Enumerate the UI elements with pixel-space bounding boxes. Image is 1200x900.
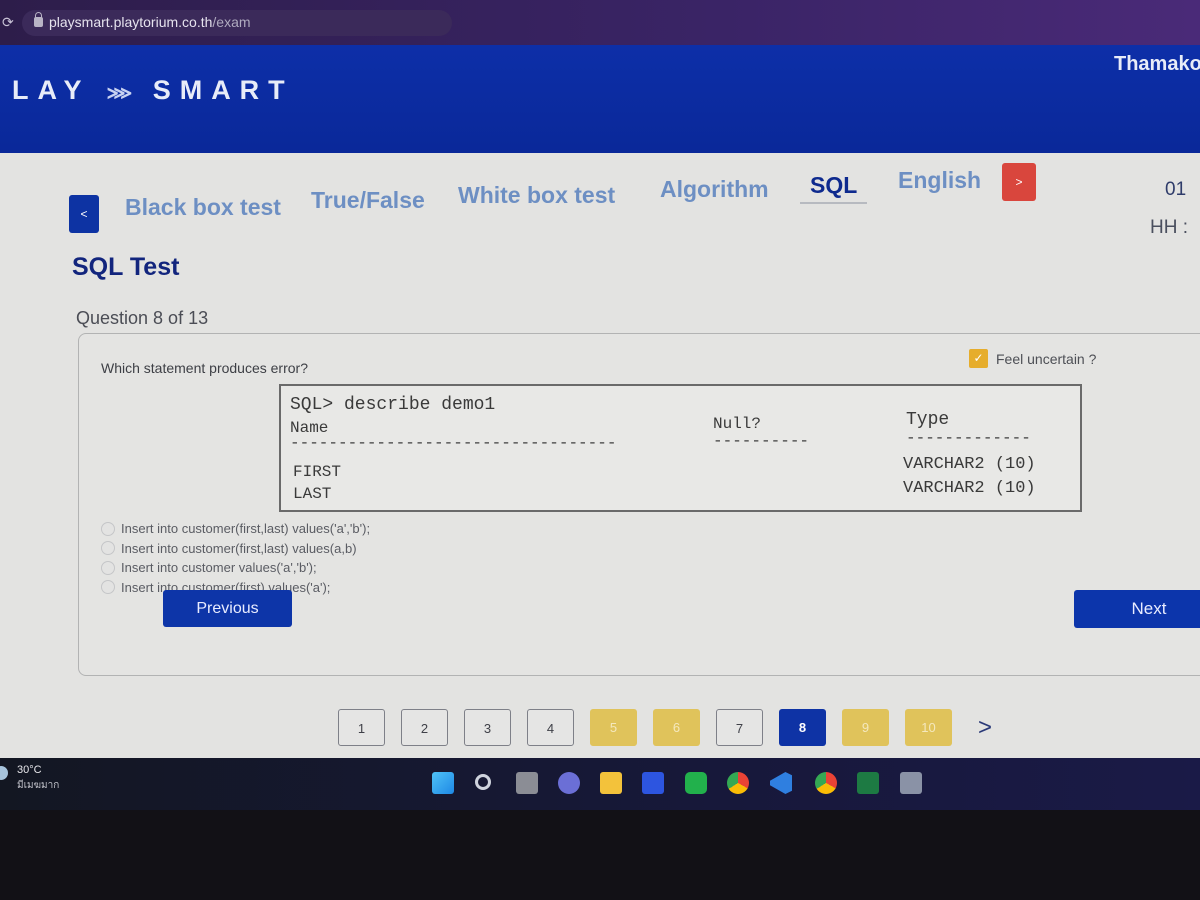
row-type-first: VARCHAR2 (10) (903, 455, 1036, 474)
radio-button[interactable] (101, 580, 115, 595)
lock-icon (34, 12, 43, 27)
page-button[interactable]: 4 (527, 709, 574, 746)
answer-option-text: Insert into customer(first,last) values(… (121, 521, 371, 537)
answer-option-text: Insert into customer values('a','b'); (121, 560, 317, 576)
answer-option[interactable]: Insert into customer(first,last) values(… (101, 519, 370, 539)
previous-button[interactable]: Previous (163, 590, 292, 627)
tab-english[interactable]: English (898, 167, 981, 194)
page-button[interactable]: 1 (338, 709, 385, 746)
feel-uncertain-label: Feel uncertain ? (996, 350, 1097, 367)
next-button[interactable]: Next (1074, 590, 1200, 628)
radio-button[interactable] (101, 560, 115, 575)
page-button[interactable]: 6 (653, 709, 700, 746)
page-button[interactable]: 3 (464, 709, 511, 746)
dash-separator-type: ------------- (906, 429, 1031, 447)
teams-chat-icon[interactable] (558, 772, 580, 794)
question-text: Which statement produces error? (101, 360, 308, 376)
chevron-left-icon: < (80, 207, 88, 221)
page-button[interactable]: 7 (716, 709, 763, 746)
url-path: /exam (212, 14, 251, 30)
sql-describe-output: SQL> describe demo1 Name Null? Type ----… (279, 384, 1082, 512)
category-prev-button[interactable]: < (69, 195, 99, 233)
column-header-null: Null? (713, 415, 762, 433)
answer-option[interactable]: Insert into customer(first,last) values(… (101, 539, 370, 559)
tab-sql[interactable]: SQL (800, 172, 868, 204)
app-icon[interactable] (642, 772, 664, 794)
page-button[interactable]: 10 (905, 709, 952, 746)
app-header: LAY ⋙ SMART Thamako (0, 45, 1200, 153)
exam-page: < Black box test True/False White box te… (0, 153, 1200, 758)
user-name[interactable]: Thamako (1114, 53, 1200, 76)
windows-start-icon[interactable] (432, 772, 454, 794)
question-counter: Question 8 of 13 (76, 308, 209, 328)
radio-button[interactable] (101, 541, 115, 556)
pager-next-icon[interactable]: > (978, 714, 992, 742)
answer-option[interactable]: Insert into customer values('a','b'); (101, 558, 370, 578)
answer-options: Insert into customer(first,last) values(… (101, 519, 370, 597)
question-pager: 1 2 3 4 5 6 7 8 9 10 > (338, 709, 992, 746)
logo[interactable]: LAY ⋙ SMART (12, 75, 294, 106)
timer-label: HH : (1150, 217, 1188, 238)
logo-arrow-icon: ⋙ (106, 83, 137, 103)
checkbox-checked-icon[interactable]: ✓ (969, 349, 988, 368)
vscode-icon[interactable] (770, 772, 792, 794)
weather-description: มีเมฆมาก (17, 780, 60, 791)
file-explorer-icon[interactable] (600, 772, 622, 794)
row-name-first: FIRST (293, 463, 342, 481)
dash-separator-null: ---------- (713, 432, 810, 450)
logo-text-left: LAY (12, 75, 91, 105)
browser-address-bar: ⟳ playsmart.playtorium.co.th/exam (0, 0, 1200, 45)
radio-button[interactable] (101, 521, 115, 536)
back-icon[interactable]: ⟳ (2, 14, 14, 31)
page-button[interactable]: 9 (842, 709, 889, 746)
chrome-profile-icon[interactable] (815, 772, 837, 794)
page-button[interactable]: 2 (401, 709, 448, 746)
page-button[interactable]: 8 (779, 709, 826, 746)
question-card: Which statement produces error? ✓ Feel u… (78, 333, 1200, 676)
calculator-icon[interactable] (900, 772, 922, 794)
row-type-last: VARCHAR2 (10) (903, 479, 1036, 498)
taskbar: 30°C มีเมฆมาก (0, 758, 1200, 810)
tab-white-box-test[interactable]: White box test (458, 182, 615, 209)
url-host: playsmart.playtorium.co.th (49, 14, 213, 30)
screen: ⟳ playsmart.playtorium.co.th/exam LAY ⋙ … (0, 0, 1200, 900)
chrome-icon[interactable] (727, 772, 749, 794)
weather-temperature: 30°C (17, 764, 42, 776)
excel-icon[interactable] (857, 772, 879, 794)
answer-option-text: Insert into customer(first,last) values(… (121, 540, 357, 556)
category-next-button[interactable]: > (1002, 163, 1036, 201)
tab-black-box-test[interactable]: Black box test (125, 194, 281, 221)
row-name-last: LAST (293, 485, 332, 503)
tab-true-false[interactable]: True/False (311, 187, 425, 214)
task-view-icon[interactable] (516, 772, 538, 794)
chevron-right-icon: > (1015, 175, 1023, 189)
line-icon[interactable] (685, 772, 707, 794)
url-field[interactable]: playsmart.playtorium.co.th/exam (22, 10, 452, 36)
dash-separator-name: ---------------------------------- (290, 434, 617, 452)
page-button[interactable]: 5 (590, 709, 637, 746)
logo-text-right: SMART (152, 75, 294, 105)
search-icon[interactable] (475, 774, 491, 790)
screen-bezel (0, 810, 1200, 900)
weather-cloud-icon (0, 766, 8, 780)
column-header-type: Type (906, 410, 950, 430)
sql-command: SQL> describe demo1 (290, 395, 496, 415)
page-title: SQL Test (72, 253, 180, 281)
timer-value: 01 (1165, 179, 1187, 200)
tab-algorithm[interactable]: Algorithm (660, 176, 769, 203)
feel-uncertain-toggle[interactable]: ✓ Feel uncertain ? (969, 349, 1096, 368)
